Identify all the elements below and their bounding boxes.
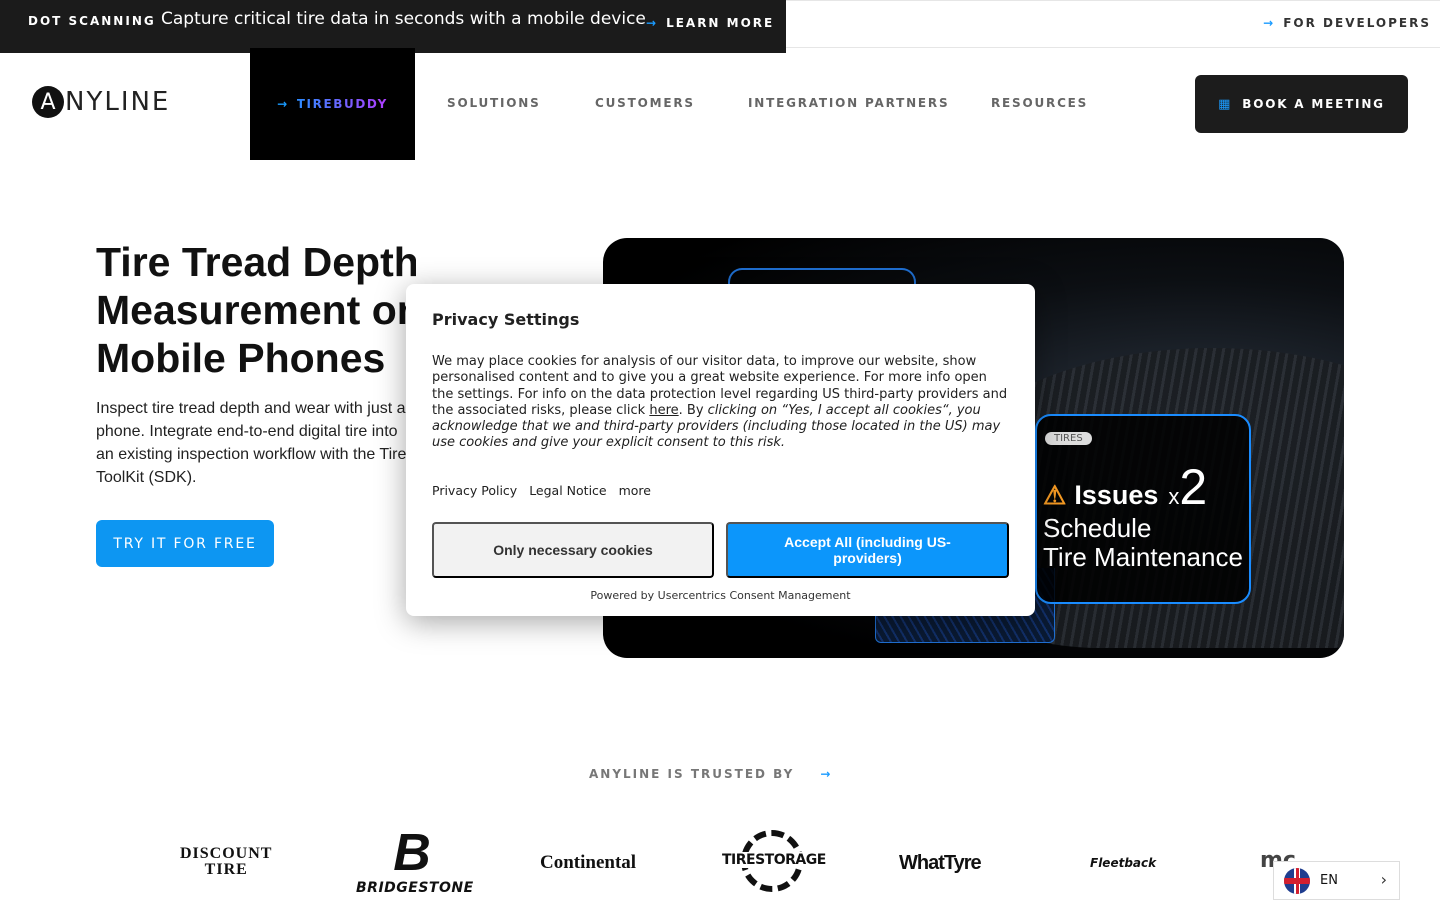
uk-flag-icon: [1284, 867, 1310, 894]
nav-item-tirebuddy[interactable]: → TIREBUDDY: [250, 48, 415, 160]
book-meeting-label: BOOK A MEETING: [1242, 97, 1385, 111]
try-free-button[interactable]: TRY IT FOR FREE: [96, 520, 274, 567]
issues-times: x: [1168, 484, 1180, 509]
privacy-here-link[interactable]: here: [649, 403, 678, 418]
flag-stripe: [1295, 867, 1299, 894]
issues-label: Issues: [1074, 480, 1159, 510]
legal-notice-link[interactable]: Legal Notice: [529, 483, 606, 498]
brand-mark: B: [393, 824, 431, 882]
announcement-tag: DOT SCANNING: [28, 14, 156, 28]
calendar-icon: ▦: [1218, 96, 1233, 112]
issues-count: ⚠ Issues x 2: [1043, 458, 1207, 516]
logo-bridgestone: B BRIDGESTONE: [356, 824, 474, 896]
logo-word: NYLINE: [65, 87, 171, 117]
hero-description: Inspect tire tread depth and wear with j…: [96, 400, 407, 486]
hero-title-line: Mobile Phones: [96, 335, 386, 381]
learn-more-link[interactable]: → LEARN MORE: [646, 16, 774, 30]
announcement-bar: DOT SCANNING Capture critical tire data …: [0, 0, 786, 53]
more-link[interactable]: more: [619, 483, 651, 498]
privacy-dialog-title: Privacy Settings: [432, 310, 580, 329]
nav-item-customers[interactable]: CUSTOMERS: [595, 96, 695, 110]
schedule-line: Schedule: [1043, 513, 1152, 543]
language-switcher[interactable]: EN ›: [1273, 861, 1400, 900]
nav-item-integration-partners[interactable]: INTEGRATION PARTNERS: [748, 96, 949, 110]
nav-item-resources[interactable]: RESOURCES: [991, 96, 1088, 110]
hero-title-line: Tire Tread Depth: [96, 239, 416, 285]
accept-all-cookies-button[interactable]: Accept All (including US-providers): [726, 522, 1009, 578]
logo-mark: A: [32, 86, 64, 118]
privacy-links: Privacy Policy Legal Notice more: [432, 483, 651, 498]
privacy-settings-dialog: Privacy Settings We may place cookies fo…: [406, 284, 1035, 616]
only-necessary-cookies-button[interactable]: Only necessary cookies: [432, 522, 714, 578]
arrow-right-icon: →: [646, 16, 659, 30]
brand-text: TIRESTORAGE: [722, 852, 826, 868]
hero-title: Tire Tread Depth Measurement on Mobile P…: [96, 238, 416, 382]
arrow-right-icon: →: [277, 97, 289, 111]
logo-fleetback: Fleetback: [1090, 856, 1157, 870]
announcement-message: Capture critical tire data in seconds wi…: [161, 9, 646, 29]
for-developers-link[interactable]: → FOR DEVELOPERS: [1263, 16, 1431, 30]
tire-issue-card: TIRES ⚠ Issues x 2 Schedule Tire Mainten…: [1035, 414, 1251, 604]
arrow-right-icon: →: [1263, 16, 1276, 30]
powered-by-text: Powered by Usercentrics Consent Manageme…: [590, 589, 851, 602]
warning-icon: ⚠: [1043, 480, 1067, 510]
for-developers-label: FOR DEVELOPERS: [1283, 16, 1431, 30]
brand-text: BRIDGESTONE: [356, 880, 474, 896]
privacy-policy-link[interactable]: Privacy Policy: [432, 483, 517, 498]
issues-number: 2: [1179, 459, 1208, 515]
learn-more-label: LEARN MORE: [666, 16, 775, 30]
brand-text: DISCOUNT: [180, 845, 273, 862]
privacy-dialog-body: We may place cookies for analysis of our…: [432, 354, 1012, 452]
privacy-body-text: . By: [678, 402, 708, 418]
nav-item-label: TIREBUDDY: [296, 97, 388, 111]
anyline-logo[interactable]: A NYLINE: [32, 86, 170, 118]
logo-tirestorage: TIRESTORAGE: [722, 828, 826, 892]
logo-continental: Continental: [540, 852, 637, 873]
tires-chip: TIRES: [1045, 432, 1092, 445]
hero-title-line: Measurement on: [96, 287, 416, 333]
language-code: EN: [1320, 873, 1338, 888]
logo-discount-tire: DISCOUNT TIRE: [180, 846, 272, 878]
logo-whattyre: WhatTyre: [899, 852, 982, 874]
schedule-text: Schedule Tire Maintenance: [1043, 514, 1243, 572]
chevron-right-icon: ›: [1380, 870, 1387, 889]
trusted-by-text: ANYLINE IS TRUSTED BY: [589, 767, 795, 781]
schedule-line: Tire Maintenance: [1043, 542, 1243, 572]
brand-text: TIRE: [204, 861, 248, 878]
arrow-right-icon[interactable]: →: [820, 767, 832, 781]
book-meeting-button[interactable]: ▦ BOOK A MEETING: [1195, 75, 1408, 133]
nav-item-solutions[interactable]: SOLUTIONS: [447, 96, 541, 110]
trusted-by-label: ANYLINE IS TRUSTED BY →: [589, 767, 840, 781]
